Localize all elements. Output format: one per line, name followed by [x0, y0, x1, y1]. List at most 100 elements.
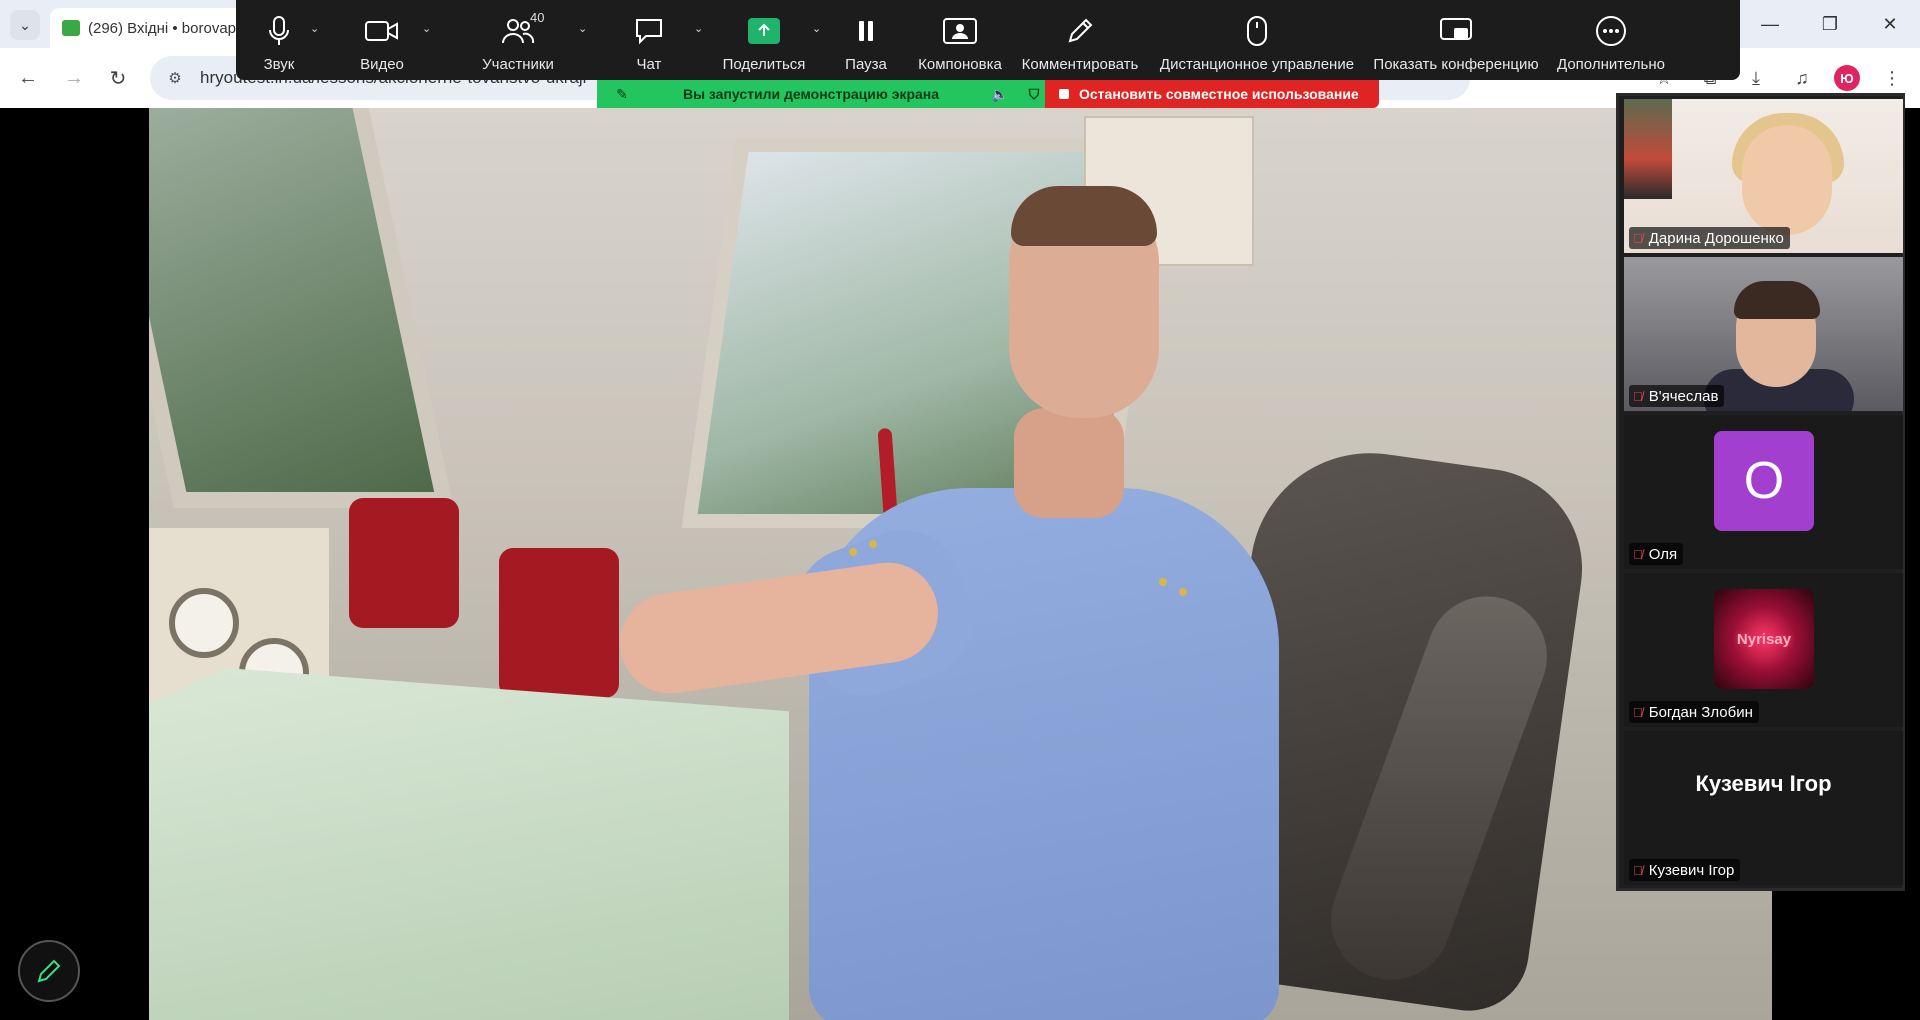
- video-options-caret-icon[interactable]: ⌄: [422, 22, 431, 35]
- participant-name: Дарина Дорошенко: [1648, 229, 1784, 247]
- participant-name-tag: 🎙̸ В'ячеслав: [1629, 385, 1725, 407]
- chevron-down-icon: ⌄: [19, 16, 31, 33]
- brake-valve: [349, 498, 459, 628]
- shared-video-frame: [149, 108, 1772, 1020]
- reload-button[interactable]: ↻: [102, 62, 134, 94]
- share-label: Поделиться: [722, 56, 806, 73]
- annotate-pen-button[interactable]: [18, 940, 80, 1002]
- participant-tile[interactable]: О 🎙̸ Оля: [1624, 415, 1903, 569]
- chat-button[interactable]: Чат ⌄: [594, 10, 704, 73]
- control-console: [149, 668, 789, 1020]
- person-hair: [1011, 186, 1157, 246]
- reload-icon: ↻: [109, 67, 127, 90]
- sharing-status-text: Вы запустили демонстрацию экрана: [682, 86, 940, 102]
- share-options-caret-icon[interactable]: ⌄: [812, 22, 821, 35]
- tab-title: (296) Вхідні • borovap: [88, 19, 237, 37]
- video-button[interactable]: Видео ⌄: [322, 10, 442, 73]
- cab-left-window: [149, 108, 454, 508]
- share-icon-wrap: [748, 10, 780, 52]
- close-icon: ✕: [1882, 13, 1898, 34]
- mic-muted-icon: 🎙̸: [1633, 704, 1643, 720]
- participant-name: Кузевич Ігор: [1648, 861, 1735, 879]
- participant-tile[interactable]: 🎙̸ В'ячеслав: [1624, 257, 1903, 411]
- participant-tile[interactable]: 🎙̸ Дарина Дорошенко: [1624, 99, 1903, 253]
- site-info-icon[interactable]: ⚙: [164, 67, 186, 89]
- stop-share-label: Остановить совместное использование: [1079, 86, 1359, 102]
- minimize-icon: —: [1761, 13, 1779, 34]
- participant-name: Богдан Злобин: [1648, 703, 1753, 721]
- participant-tile[interactable]: Кузевич Ігор 🎙̸ Кузевич Ігор: [1624, 731, 1903, 885]
- show-meeting-button[interactable]: Показать конференцию: [1366, 10, 1546, 73]
- participants-button[interactable]: Участники 40 ⌄: [442, 10, 594, 73]
- media-control-icon[interactable]: ♫: [1788, 64, 1816, 92]
- forward-button[interactable]: →: [58, 62, 90, 94]
- download-icon[interactable]: ⤓: [1742, 64, 1770, 92]
- close-window-button[interactable]: ✕: [1860, 0, 1920, 48]
- participant-name: Оля: [1648, 545, 1678, 563]
- participant-hair: [1734, 281, 1820, 319]
- brake-valve: [499, 548, 619, 698]
- gauge: [169, 588, 239, 658]
- tab-search-button[interactable]: ⌄: [10, 10, 40, 40]
- epaulette-star: [1179, 588, 1187, 596]
- sharing-status: ✎ Вы запустили демонстрацию экрана 🔈 ⛉: [597, 80, 1045, 108]
- audio-label: Звук: [263, 56, 295, 73]
- epaulette-star: [849, 548, 857, 556]
- participant-name-tag: 🎙̸ Кузевич Ігор: [1629, 859, 1741, 881]
- mic-muted-icon: 🎙̸: [1633, 546, 1643, 562]
- more-label: Дополнительно: [1557, 56, 1665, 73]
- pause-label: Пауза: [845, 56, 887, 73]
- participant-tile[interactable]: Nyrisay 🎙̸ Богдан Злобин: [1624, 573, 1903, 727]
- participant-avatar-image: Nyrisay: [1714, 589, 1814, 689]
- mail-favicon-icon: [62, 20, 80, 36]
- audio-options-caret-icon[interactable]: ⌄: [310, 22, 319, 35]
- show-meeting-label: Показать конференцию: [1373, 56, 1539, 73]
- mic-muted-icon: 🎙̸: [1633, 388, 1643, 404]
- chat-label: Чат: [636, 56, 662, 73]
- pause-share-button[interactable]: Пауза: [824, 10, 908, 73]
- profile-avatar[interactable]: Ю: [1834, 65, 1860, 91]
- arrow-right-icon: →: [64, 66, 84, 89]
- share-screen-button[interactable]: Поделиться ⌄: [704, 10, 824, 73]
- chat-options-caret-icon[interactable]: ⌄: [694, 22, 703, 35]
- layout-button[interactable]: Компоновка: [908, 10, 1012, 73]
- mic-muted-icon: 🎙̸: [1633, 862, 1643, 878]
- remote-control-label: Дистанционное управление: [1159, 56, 1355, 73]
- annotate-button[interactable]: Комментировать: [1012, 10, 1148, 73]
- window-controls: — ❐ ✕: [1740, 0, 1920, 48]
- more-button[interactable]: Дополнительно: [1546, 10, 1676, 73]
- chat-icon: [634, 10, 664, 52]
- restore-icon: ❐: [1821, 13, 1839, 34]
- pause-icon: [857, 10, 875, 52]
- participants-options-caret-icon[interactable]: ⌄: [578, 22, 587, 35]
- share-status-banner: ✎ Вы запустили демонстрацию экрана 🔈 ⛉ О…: [597, 80, 1379, 108]
- restore-button[interactable]: ❐: [1800, 0, 1860, 48]
- browser-tab[interactable]: (296) Вхідні • borovap: [50, 8, 250, 48]
- layout-icon: [943, 10, 977, 52]
- share-screen-icon: [748, 18, 780, 44]
- speaker-icon[interactable]: 🔈: [989, 86, 1011, 103]
- participant-name-tag: 🎙̸ Богдан Злобин: [1629, 701, 1759, 723]
- mic-muted-icon: 🎙̸: [1633, 230, 1643, 246]
- layout-label: Компоновка: [918, 56, 1002, 73]
- back-button[interactable]: ←: [12, 62, 44, 94]
- pencil-icon: [37, 959, 61, 983]
- participant-display-name: Кузевич Ігор: [1695, 771, 1832, 796]
- participants-label: Участники: [482, 56, 554, 73]
- shield-icon: ⛉: [1028, 85, 1040, 102]
- epaulette-star: [869, 540, 877, 548]
- microphone-icon: [268, 10, 290, 52]
- audio-button[interactable]: Звук ⌄: [236, 10, 322, 73]
- participant-gallery: 🎙̸ Дарина Дорошенко 🎙̸ В'ячеслав О 🎙̸ Ол…: [1616, 93, 1905, 891]
- pin-icon[interactable]: ✎: [611, 86, 633, 103]
- menu-kebab-icon[interactable]: ⋮: [1878, 64, 1906, 92]
- participants-count: 40: [530, 10, 545, 25]
- mouse-icon: [1246, 10, 1268, 52]
- minimize-button[interactable]: —: [1740, 0, 1800, 48]
- meeting-toolbar: Звук ⌄ Видео ⌄ Участники 40 ⌄ Чат ⌄ Поде…: [236, 0, 1740, 80]
- remote-control-button[interactable]: Дистанционное управление: [1148, 10, 1366, 73]
- epaulette-star: [1159, 578, 1167, 586]
- video-label: Видео: [360, 56, 404, 73]
- participant-face: [1742, 125, 1832, 235]
- stop-share-button[interactable]: Остановить совместное использование: [1045, 80, 1379, 108]
